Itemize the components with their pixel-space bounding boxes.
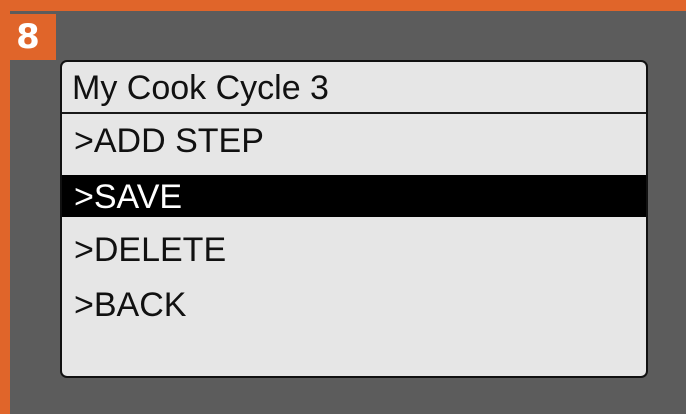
step-number-badge: 8 — [0, 14, 56, 60]
menu-item-delete[interactable]: >DELETE — [62, 223, 646, 278]
menu-item-back[interactable]: >BACK — [62, 278, 646, 333]
lcd-screen: My Cook Cycle 3 >ADD STEP >SAVE >DELETE … — [60, 60, 648, 378]
menu-item-add-step[interactable]: >ADD STEP — [62, 114, 646, 169]
screen-title: My Cook Cycle 3 — [62, 62, 646, 114]
device-frame: 8 My Cook Cycle 3 >ADD STEP >SAVE >DELET… — [0, 0, 686, 414]
menu-list: >ADD STEP >SAVE >DELETE >BACK — [62, 114, 646, 333]
menu-item-save[interactable]: >SAVE — [62, 175, 646, 217]
